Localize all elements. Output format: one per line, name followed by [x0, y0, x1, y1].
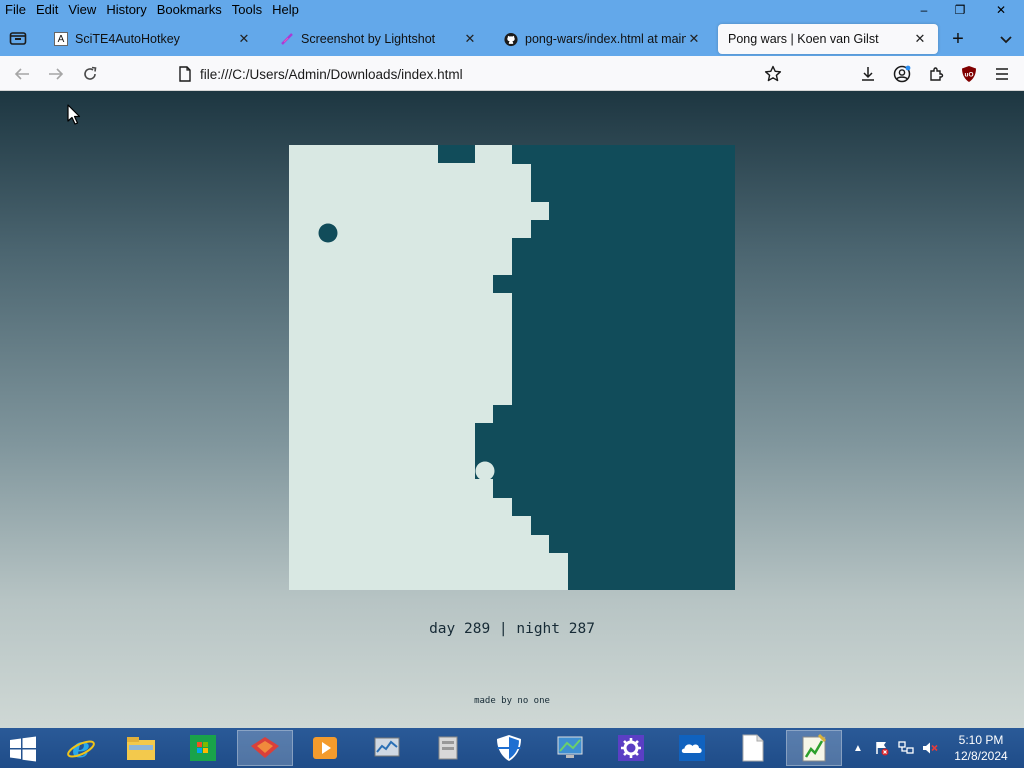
tab-title: pong-wars/index.html at main — [525, 32, 686, 46]
svg-text:uO: uO — [964, 72, 973, 79]
menu-tools[interactable]: Tools — [227, 0, 267, 20]
defender-icon[interactable] — [481, 730, 537, 766]
app-menu-button[interactable] — [990, 62, 1014, 86]
ublock-origin-button[interactable]: uO — [957, 62, 981, 86]
night-ball — [318, 223, 338, 243]
chevron-down-icon — [1000, 36, 1012, 44]
menu-history[interactable]: History — [101, 0, 151, 20]
window-controls: – ❐ ✕ — [906, 0, 1024, 20]
forward-arrow-icon — [49, 68, 64, 80]
tab-pong-wars[interactable]: Pong wars | Koen van Gilst ✕ — [718, 24, 938, 54]
network-icon[interactable] — [896, 728, 916, 768]
start-button[interactable] — [8, 736, 38, 762]
taskbar: e ▲ 5:10 PM 12/8/2024 — [0, 728, 1024, 768]
tab-title: Screenshot by Lightshot — [301, 32, 436, 46]
bookmark-star-icon[interactable] — [764, 65, 782, 83]
minimize-button[interactable]: – — [906, 0, 942, 20]
tool-icon[interactable] — [420, 730, 476, 766]
show-hidden-icons-button[interactable]: ▲ — [850, 728, 866, 768]
night-territory-top — [438, 145, 475, 163]
menu-file[interactable]: File — [0, 0, 31, 20]
app-icon[interactable] — [237, 730, 293, 766]
download-icon — [862, 67, 874, 81]
tab-title: Pong wars | Koen van Gilst — [728, 32, 879, 46]
page-icon — [179, 66, 191, 82]
store-icon[interactable] — [175, 730, 231, 766]
menu-view[interactable]: View — [63, 0, 101, 20]
tab-title: SciTE4AutoHotkey — [75, 32, 180, 46]
system-clock[interactable]: 5:10 PM 12/8/2024 — [948, 732, 1014, 764]
mouse-cursor-icon — [67, 104, 81, 129]
page-content: day 289 | night 287 made by no one — [0, 91, 1024, 728]
navigation-toolbar: file:///C:/Users/Admin/Downloads/index.h… — [0, 56, 1024, 91]
svg-text:e: e — [72, 733, 90, 763]
feather-icon — [280, 32, 294, 46]
onedrive-icon[interactable] — [664, 730, 720, 766]
clock-time: 5:10 PM — [958, 733, 1004, 747]
menu-bookmarks[interactable]: Bookmarks — [152, 0, 227, 20]
notepad-icon[interactable] — [725, 730, 781, 766]
puzzle-icon — [930, 67, 944, 81]
windows-logo-icon — [10, 736, 36, 762]
ublock-shield-icon: uO — [962, 66, 976, 82]
volume-muted-icon[interactable] — [920, 728, 940, 768]
tab-lightshot[interactable]: Screenshot by Lightshot ✕ — [270, 24, 488, 54]
restore-button[interactable]: ❐ — [942, 0, 978, 20]
day-ball — [475, 461, 495, 481]
internet-explorer-icon[interactable]: e — [53, 730, 109, 766]
account-icon — [893, 65, 911, 83]
reload-button[interactable] — [77, 61, 103, 87]
remote-desktop-icon[interactable] — [542, 730, 598, 766]
file-explorer-icon[interactable] — [113, 730, 169, 766]
reload-icon — [84, 66, 97, 80]
tab-strip: A SciTE4AutoHotkey ✕ Screenshot by Light… — [0, 20, 1024, 56]
address-bar[interactable]: file:///C:/Users/Admin/Downloads/index.h… — [170, 60, 794, 88]
forward-button[interactable] — [43, 61, 69, 87]
clock-date: 12/8/2024 — [954, 749, 1008, 763]
menu-edit[interactable]: Edit — [31, 0, 63, 20]
account-button[interactable] — [890, 62, 914, 86]
tab-github[interactable]: pong-wars/index.html at main ✕ — [494, 24, 712, 54]
tab-scite[interactable]: A SciTE4AutoHotkey ✕ — [44, 24, 262, 54]
github-icon — [504, 32, 518, 46]
firefox-view-button[interactable] — [4, 26, 32, 50]
media-player-icon[interactable] — [297, 730, 353, 766]
url-text: file:///C:/Users/Admin/Downloads/index.h… — [200, 66, 463, 82]
pong-wars-board — [289, 145, 735, 590]
settings-icon[interactable] — [603, 730, 659, 766]
close-tab-icon[interactable]: ✕ — [236, 31, 252, 47]
close-tab-icon[interactable]: ✕ — [686, 31, 702, 47]
downloads-button[interactable] — [856, 62, 880, 86]
extensions-button[interactable] — [924, 62, 948, 86]
firefox-view-icon — [9, 32, 27, 45]
action-center-icon[interactable] — [872, 728, 892, 768]
night-territory — [475, 145, 735, 590]
new-tab-button[interactable]: + — [946, 28, 970, 52]
score-text: day 289 | night 287 — [429, 621, 595, 637]
back-arrow-icon — [14, 68, 29, 80]
menu-bar: File Edit View History Bookmarks Tools H… — [0, 0, 1024, 20]
back-button[interactable] — [9, 61, 35, 87]
list-all-tabs-button[interactable] — [994, 28, 1018, 52]
board-canvas — [318, 145, 735, 590]
close-window-button[interactable]: ✕ — [978, 0, 1024, 20]
resource-monitor-icon[interactable] — [359, 730, 415, 766]
close-tab-icon[interactable]: ✕ — [912, 31, 928, 47]
hamburger-menu-icon — [996, 68, 1008, 80]
menu-help[interactable]: Help — [267, 0, 304, 20]
scite-favicon-icon: A — [54, 32, 68, 46]
close-tab-icon[interactable]: ✕ — [462, 31, 478, 47]
made-by-text: made by no one — [474, 696, 550, 706]
scite-icon[interactable] — [786, 730, 842, 766]
